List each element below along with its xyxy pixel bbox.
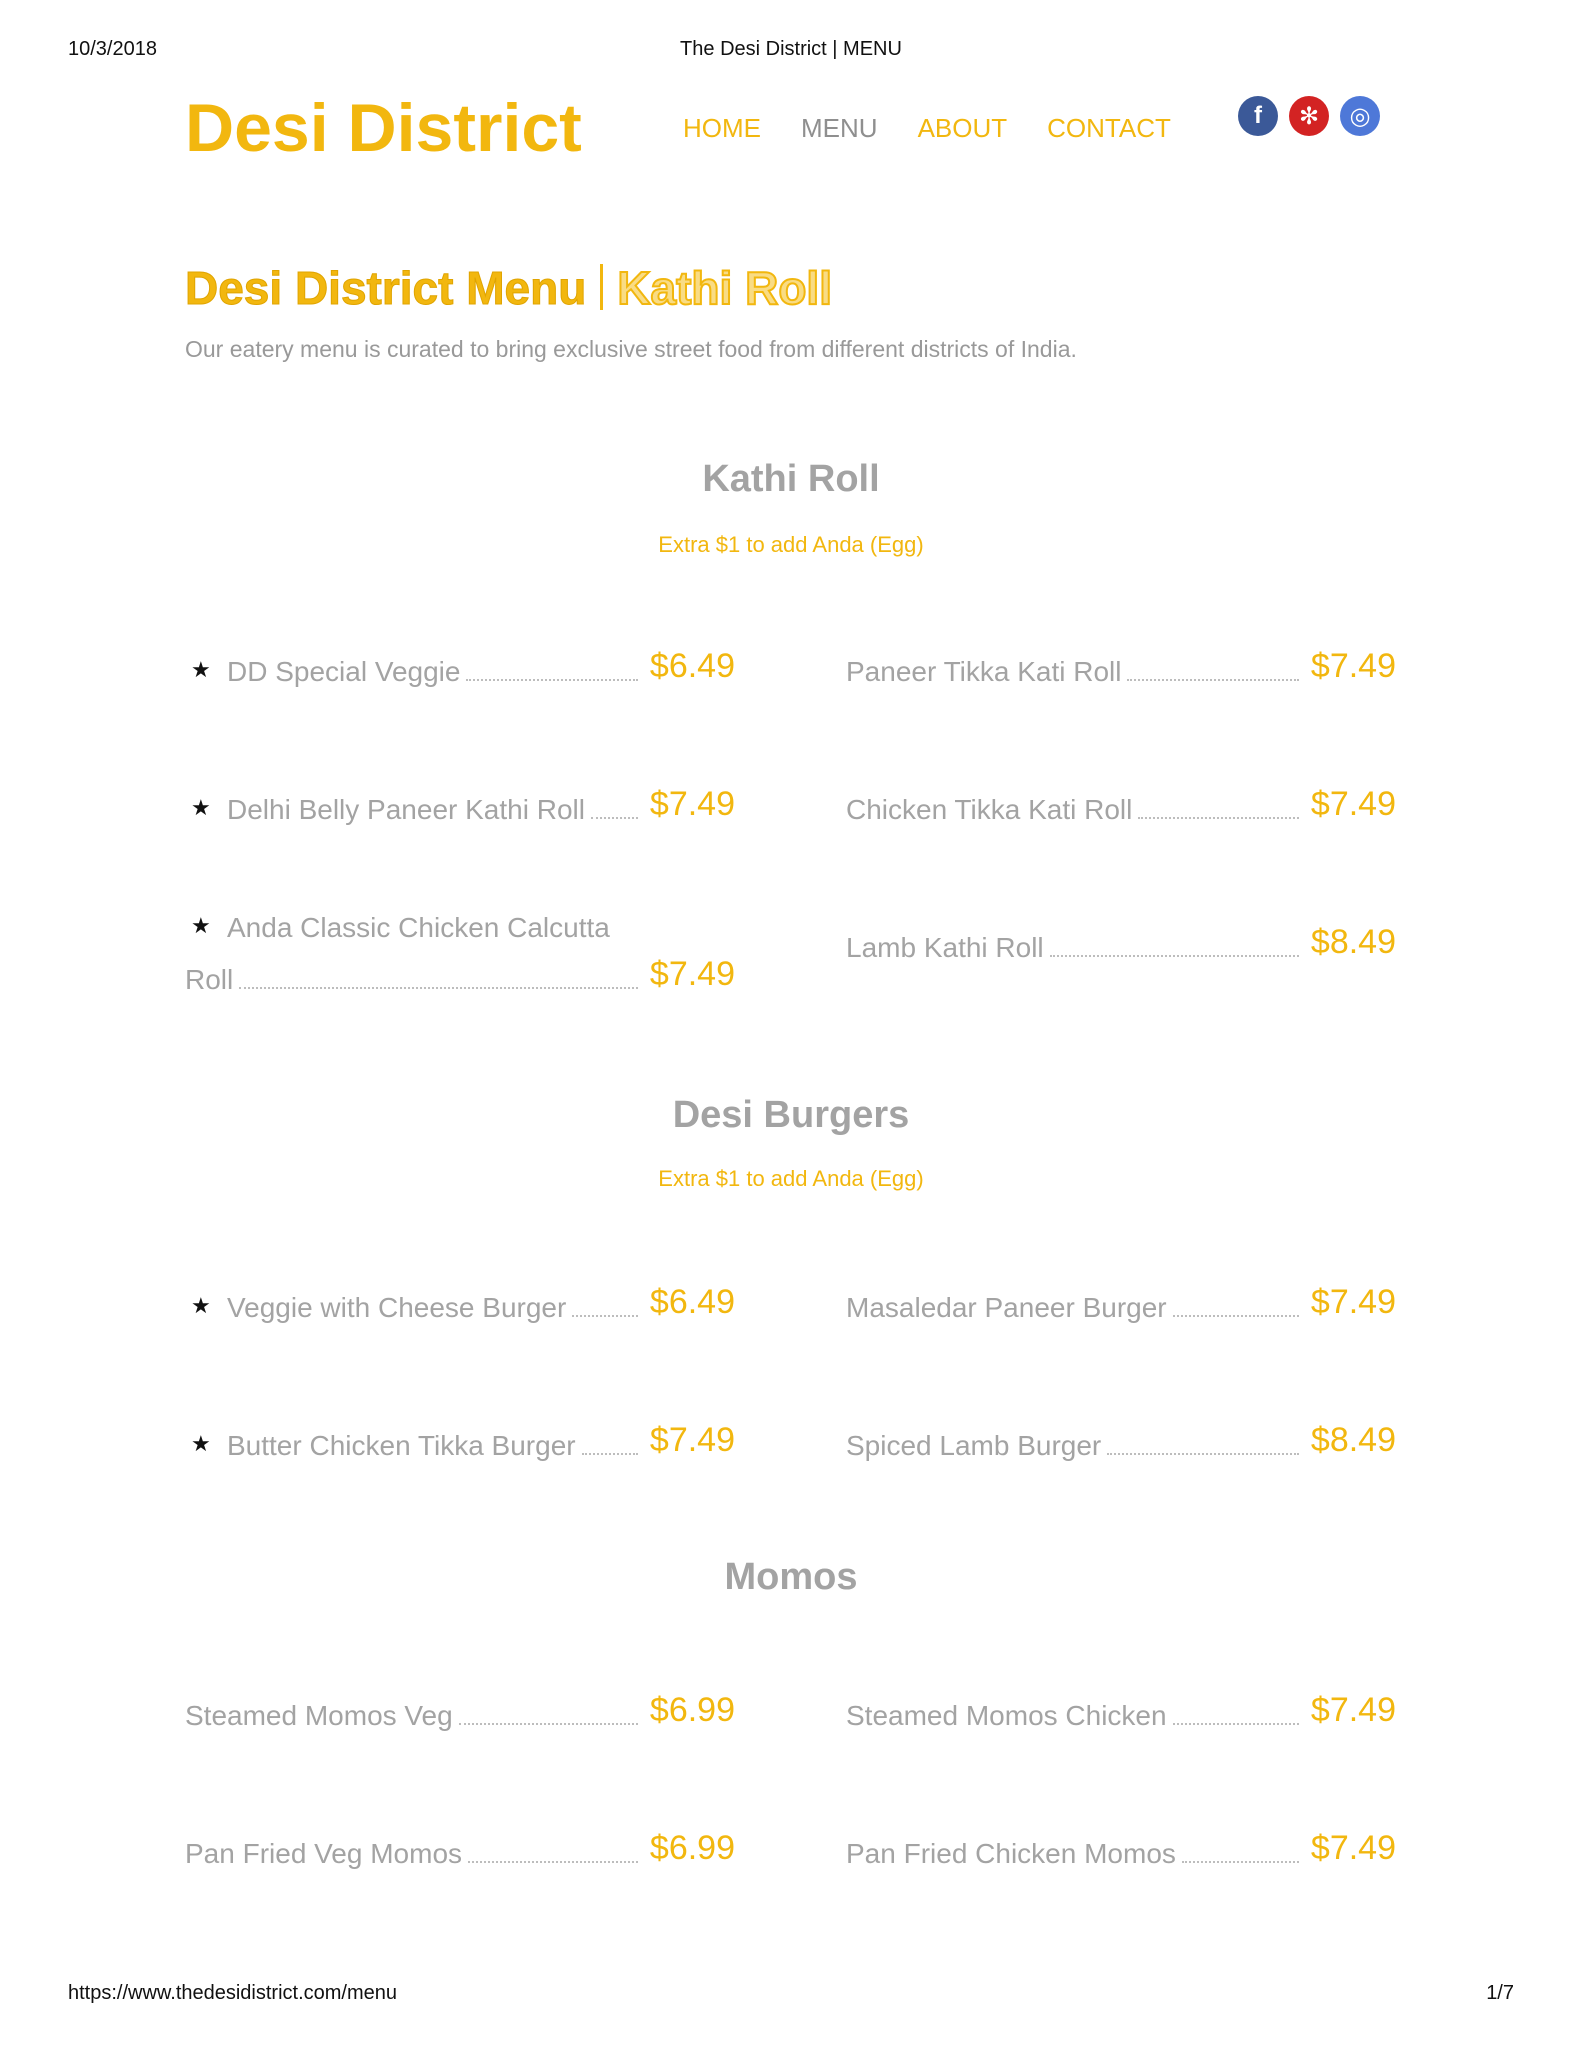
menu-item-price: $7.49 [1310, 1829, 1396, 1867]
nav-contact[interactable]: CONTACT [1047, 108, 1171, 148]
menu-item-name: Paneer Tikka Kati Roll [846, 656, 1122, 687]
social-links: f ✻ ◎ [1238, 96, 1380, 136]
menu-item: Lamb Kathi Roll $8.49 [846, 876, 1396, 966]
dot-leader [466, 678, 638, 681]
dot-leader [468, 1860, 638, 1863]
menu-item-name: Steamed Momos Veg [185, 1700, 453, 1731]
menu-item-price: $8.49 [1310, 923, 1396, 961]
menu-item-name: Chicken Tikka Kati Roll [846, 794, 1133, 825]
star-icon: ★ [191, 795, 211, 820]
menu-item: ★ Butter Chicken Tikka Burger $7.49 [185, 1374, 735, 1464]
menu-item-price: $7.49 [1310, 1691, 1396, 1729]
menu-item-price: $6.49 [649, 1283, 735, 1321]
dot-leader [1049, 954, 1299, 957]
menu-item-name: Veggie with Cheese Burger [227, 1292, 567, 1323]
dot-leader [590, 816, 638, 819]
section-note-kathi-roll: Extra $1 to add Anda (Egg) [658, 532, 924, 557]
menu-item: Steamed Momos Chicken $7.49 [846, 1644, 1396, 1734]
nav-about[interactable]: ABOUT [918, 108, 1008, 148]
menu-item: Chicken Tikka Kati Roll $7.49 [846, 738, 1396, 828]
nav-home[interactable]: HOME [683, 108, 761, 148]
menu-item: ★ DD Special Veggie $6.49 [185, 600, 735, 690]
site-logo[interactable]: Desi District [185, 88, 582, 168]
print-header: 10/3/2018 The Desi District | MENU [68, 38, 1514, 62]
star-icon: ★ [191, 1293, 211, 1318]
heading-separator [600, 264, 604, 310]
menu-item-price: $6.99 [649, 1691, 735, 1729]
dot-leader [239, 986, 638, 989]
page-heading: Desi District Menu Kathi Roll [184, 258, 833, 318]
menu-item: ★ Veggie with Cheese Burger $6.49 [185, 1236, 735, 1326]
menu-item: ★ Anda Classic Chicken Calcutta Roll $7.4… [185, 908, 735, 998]
dot-leader [572, 1314, 638, 1317]
menu-item-price: $7.49 [649, 785, 735, 823]
dot-leader [1107, 1452, 1299, 1455]
menu-item: Pan Fried Veg Momos $6.99 [185, 1782, 735, 1872]
yelp-icon[interactable]: ✻ [1289, 96, 1329, 136]
print-footer: https://www.thedesidistrict.com/menu 1/7 [68, 1982, 1514, 2006]
page-heading-sub: Kathi Roll [616, 261, 833, 315]
main-nav: HOME MENU ABOUT CONTACT [683, 108, 1171, 148]
menu-item-name: DD Special Veggie [227, 656, 461, 687]
dot-leader [1172, 1722, 1299, 1725]
section-title-momos: Momos [724, 1556, 858, 1598]
print-url: https://www.thedesidistrict.com/menu [68, 1982, 398, 2004]
menu-item: ★ Delhi Belly Paneer Kathi Roll $7.49 [185, 738, 735, 828]
menu-item-price: $8.49 [1310, 1421, 1396, 1459]
menu-item: Steamed Momos Veg $6.99 [185, 1644, 735, 1734]
menu-item-name: Pan Fried Chicken Momos [846, 1838, 1176, 1869]
star-icon: ★ [191, 657, 211, 682]
menu-item-price: $6.49 [649, 647, 735, 685]
menu-item-name: Steamed Momos Chicken [846, 1700, 1167, 1731]
star-icon: ★ [191, 1431, 211, 1456]
menu-item-name: Spiced Lamb Burger [846, 1430, 1102, 1461]
section-title-desi-burgers: Desi Burgers [672, 1094, 910, 1136]
site-header: Desi District HOME MENU ABOUT CONTACT f … [185, 88, 1395, 168]
print-page-number: 1/7 [1486, 1982, 1514, 2004]
menu-item-name: Delhi Belly Paneer Kathi Roll [227, 794, 585, 825]
menu-item-price: $6.99 [649, 1829, 735, 1867]
menu-item-name: Lamb Kathi Roll [846, 932, 1044, 963]
section-title-kathi-roll: Kathi Roll [702, 458, 880, 500]
menu-item: Paneer Tikka Kati Roll $7.49 [846, 600, 1396, 690]
page-intro: Our eatery menu is curated to bring excl… [185, 336, 1077, 362]
menu-item-price: $7.49 [1310, 785, 1396, 823]
menu-item: Spiced Lamb Burger $8.49 [846, 1374, 1396, 1464]
menu-item-name: Roll [185, 964, 234, 995]
instagram-icon[interactable]: ◎ [1340, 96, 1380, 136]
menu-item-price: $7.49 [649, 955, 735, 993]
menu-item-name: Masaledar Paneer Burger [846, 1292, 1167, 1323]
dot-leader [1127, 678, 1299, 681]
menu-item-price: $7.49 [1310, 647, 1396, 685]
star-icon: ★ [191, 913, 211, 938]
dot-leader [1172, 1314, 1299, 1317]
dot-leader [581, 1452, 638, 1455]
menu-item: Pan Fried Chicken Momos $7.49 [846, 1782, 1396, 1872]
menu-item-name-line1: Anda Classic Chicken Calcutta [227, 912, 610, 943]
dot-leader [1138, 816, 1299, 819]
facebook-icon[interactable]: f [1238, 96, 1278, 136]
dot-leader [458, 1722, 638, 1725]
menu-item: Masaledar Paneer Burger $7.49 [846, 1236, 1396, 1326]
menu-item-price: $7.49 [649, 1421, 735, 1459]
dot-leader [1181, 1860, 1299, 1863]
section-note-desi-burgers: Extra $1 to add Anda (Egg) [658, 1166, 924, 1191]
menu-item-name: Butter Chicken Tikka Burger [227, 1430, 576, 1461]
page-heading-main: Desi District Menu [184, 262, 587, 315]
menu-item-price: $7.49 [1310, 1283, 1396, 1321]
print-page-title: The Desi District | MENU [680, 38, 902, 60]
nav-menu[interactable]: MENU [801, 108, 878, 148]
menu-item-name: Pan Fried Veg Momos [185, 1838, 463, 1869]
